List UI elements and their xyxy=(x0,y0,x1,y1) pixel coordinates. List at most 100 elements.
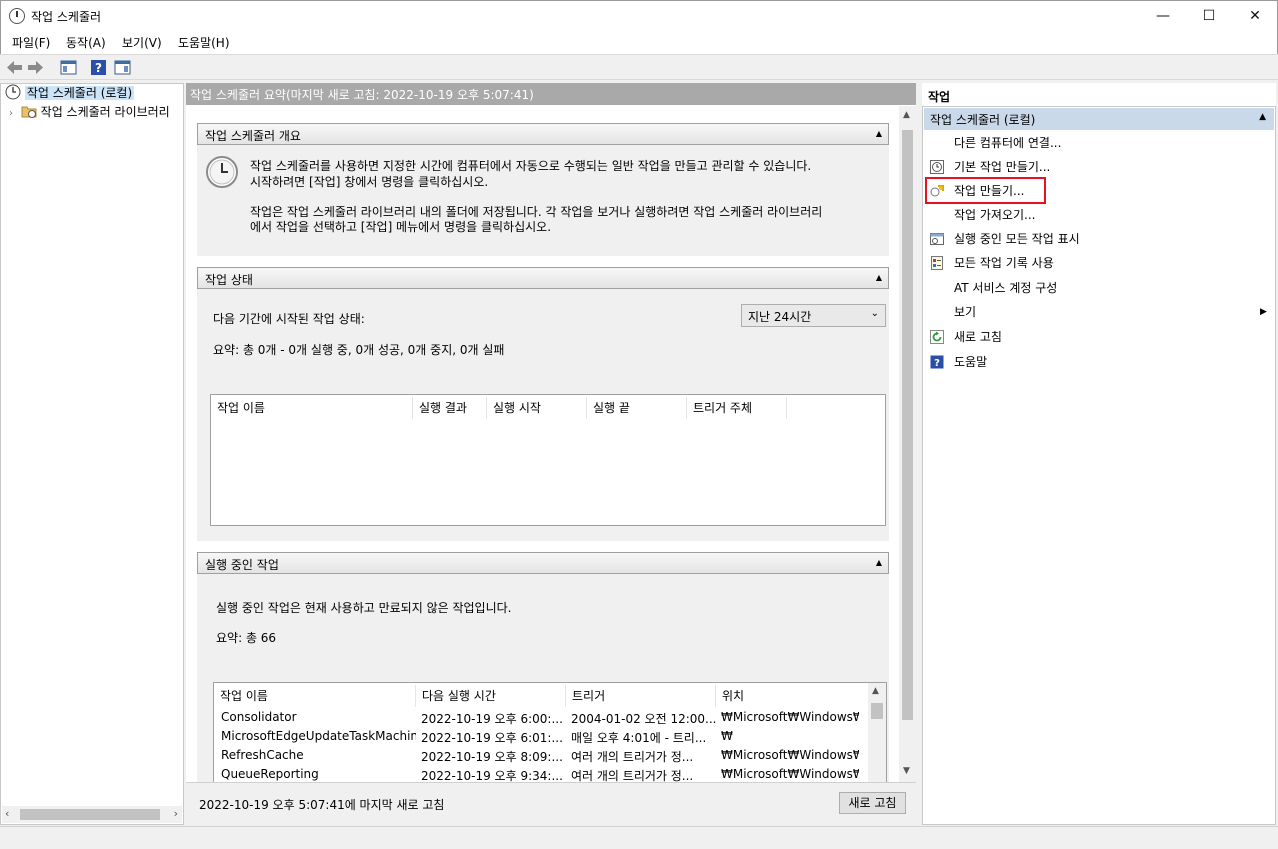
tree-item-label: 작업 스케줄러 라이브러리 xyxy=(40,105,170,119)
action-create-basic-task[interactable]: 기본 작업 만들기... xyxy=(930,157,1050,177)
task-status-section-header[interactable]: 작업 상태 ▲ xyxy=(197,267,889,289)
menu-bar: 파일(F) 동작(A) 보기(V) 도움말(H) xyxy=(0,30,1278,54)
column-header[interactable]: 트리거 xyxy=(566,685,716,707)
close-button[interactable]: ✕ xyxy=(1232,1,1278,31)
running-tasks-icon xyxy=(930,233,944,245)
action-label: 모든 작업 기록 사용 xyxy=(954,256,1054,270)
menu-action[interactable]: 동작(A) xyxy=(66,34,106,51)
help-icon[interactable]: ? xyxy=(90,59,107,76)
overview-section-header[interactable]: 작업 스케줄러 개요 ▲ xyxy=(197,123,889,145)
action-label: 도움말 xyxy=(954,355,988,369)
show-hide-tree-icon[interactable] xyxy=(60,59,77,76)
collapse-icon[interactable]: ▲ xyxy=(876,273,882,282)
action-label: 실행 중인 모든 작업 표시 xyxy=(954,232,1080,246)
action-label: 다른 컴퓨터에 연결... xyxy=(954,136,1062,150)
column-header[interactable]: 위치 xyxy=(716,685,866,707)
clock-icon xyxy=(206,156,238,188)
running-tasks-title: 실행 중인 작업 xyxy=(205,558,279,572)
table-cell: ₩Microsoft₩Windows₩... xyxy=(721,748,859,762)
period-dropdown[interactable]: 지난 24시간 ⌄ xyxy=(741,304,886,327)
collapse-icon[interactable]: ▲ xyxy=(876,558,882,567)
table-cell: 매일 오후 4:01에 - 트리... xyxy=(571,731,707,745)
table-cell: ₩Microsoft₩Windows₩... xyxy=(721,767,859,781)
tree-item-label: 작업 스케줄러 (로컬) xyxy=(24,86,135,100)
action-label: 기본 작업 만들기... xyxy=(954,160,1051,174)
table-cell: Consolidator xyxy=(221,710,297,724)
svg-text:?: ? xyxy=(934,358,940,369)
menu-view[interactable]: 보기(V) xyxy=(122,34,162,51)
tree-item-local[interactable]: 작업 스케줄러 (로컬) xyxy=(5,84,135,102)
chevron-right-icon[interactable]: › xyxy=(9,108,13,119)
action-label: 작업 가져오기... xyxy=(954,208,1036,222)
table-cell: MicrosoftEdgeUpdateTaskMachin... xyxy=(221,729,416,743)
status-summary: 요약: 총 0개 - 0개 실행 중, 0개 성공, 0개 중지, 0개 실패 xyxy=(213,343,505,357)
status-bar xyxy=(0,826,1278,849)
folder-clock-icon xyxy=(21,106,37,118)
last-refresh-text: 2022-10-19 오후 5:07:41에 마지막 새로 고침 xyxy=(199,798,445,812)
period-label: 다음 기간에 시작된 작업 상태: xyxy=(213,312,365,326)
collapse-icon[interactable]: ▲ xyxy=(876,129,882,138)
svg-text:?: ? xyxy=(95,61,102,75)
menu-file[interactable]: 파일(F) xyxy=(12,34,50,51)
history-icon xyxy=(931,256,943,270)
basic-task-icon xyxy=(930,160,944,174)
maximize-button[interactable]: ☐ xyxy=(1186,1,1232,31)
action-enable-history[interactable]: 모든 작업 기록 사용 xyxy=(930,253,1054,273)
running-tasks-section-header[interactable]: 실행 중인 작업 ▲ xyxy=(197,552,889,574)
navigation-tree xyxy=(0,83,184,825)
action-help[interactable]: ? 도움말 xyxy=(930,352,987,372)
table-cell: 2022-10-19 오후 8:09:... xyxy=(421,750,563,764)
table-cell: ₩ xyxy=(721,729,733,743)
summary-vertical-scrollbar[interactable]: ▲ ▼ xyxy=(899,106,916,782)
column-header[interactable]: 작업 이름 xyxy=(211,397,413,419)
period-value: 지난 24시간 xyxy=(748,310,812,324)
actions-group-label: 작업 스케줄러 (로컬) xyxy=(930,113,1036,127)
summary-header: 작업 스케줄러 요약(마지막 새로 고침: 2022-10-19 오후 5:07… xyxy=(186,83,916,105)
action-label: 새로 고침 xyxy=(954,330,1002,344)
column-header[interactable]: 실행 시작 xyxy=(487,397,587,419)
table-cell: 2004-01-02 오전 12:00... xyxy=(571,712,716,726)
action-refresh[interactable]: 새로 고침 xyxy=(930,327,1002,347)
tree-horizontal-scrollbar[interactable]: ‹ › xyxy=(2,806,182,823)
chevron-down-icon: ⌄ xyxy=(870,308,879,319)
minimize-button[interactable]: — xyxy=(1140,1,1186,31)
highlight-box xyxy=(925,177,1046,204)
running-list-scrollbar[interactable]: ▲ xyxy=(868,683,886,782)
refresh-button[interactable]: 새로 고침 xyxy=(839,792,906,814)
forward-arrow-icon[interactable] xyxy=(27,59,44,76)
running-summary: 요약: 총 66 xyxy=(216,631,277,645)
submenu-arrow-icon: ▶ xyxy=(1260,307,1267,317)
back-arrow-icon[interactable] xyxy=(6,59,23,76)
clock-icon xyxy=(9,8,25,24)
action-label: 보기 xyxy=(954,305,977,319)
window-title: 작업 스케줄러 xyxy=(31,10,102,24)
task-status-title: 작업 상태 xyxy=(205,273,253,287)
table-cell: RefreshCache xyxy=(221,748,304,762)
column-header[interactable]: 실행 결과 xyxy=(413,397,487,419)
running-description: 실행 중인 작업은 현재 사용하고 만료되지 않은 작업입니다. xyxy=(216,601,512,615)
action-show-running-tasks[interactable]: 실행 중인 모든 작업 표시 xyxy=(930,229,1080,249)
actions-group-header[interactable]: 작업 스케줄러 (로컬) ▲ xyxy=(924,108,1274,130)
toolbar: ? xyxy=(0,54,1278,80)
tree-item-library[interactable]: › 작업 스케줄러 라이브러리 xyxy=(9,103,170,121)
table-cell: 2022-10-19 오후 6:00:... xyxy=(421,712,563,726)
show-hide-action-pane-icon[interactable] xyxy=(114,59,131,76)
overview-text: 작업 스케줄러를 사용하면 지정한 시간에 컴퓨터에서 자동으로 수행되는 일반… xyxy=(250,159,812,173)
column-header[interactable]: 트리거 주체 xyxy=(687,397,787,419)
action-label: AT 서비스 계정 구성 xyxy=(954,281,1058,295)
task-status-list[interactable]: 작업 이름 실행 결과 실행 시작 실행 끝 트리거 주체 xyxy=(210,394,886,526)
table-cell: 여러 개의 트리거가 정... xyxy=(571,750,694,764)
help-icon: ? xyxy=(930,355,944,369)
table-cell: ₩Microsoft₩Windows₩... xyxy=(721,710,859,724)
column-header[interactable]: 작업 이름 xyxy=(214,685,416,707)
column-header[interactable]: 실행 끝 xyxy=(587,397,687,419)
table-cell: 2022-10-19 오후 6:01:... xyxy=(421,731,563,745)
table-cell: QueueReporting xyxy=(221,767,319,781)
collapse-icon[interactable]: ▲ xyxy=(1259,112,1266,122)
overview-text: 에서 작업을 선택하고 [작업] 메뉴에서 명령을 클릭하십시오. xyxy=(250,220,552,234)
column-header[interactable]: 다음 실행 시간 xyxy=(416,685,566,707)
action-view[interactable]: 보기 ▶ xyxy=(930,302,1270,322)
clock-icon xyxy=(5,84,21,100)
menu-help[interactable]: 도움말(H) xyxy=(178,34,230,51)
overview-text: 시작하려면 [작업] 창에서 명령을 클릭하십시오. xyxy=(250,175,489,189)
